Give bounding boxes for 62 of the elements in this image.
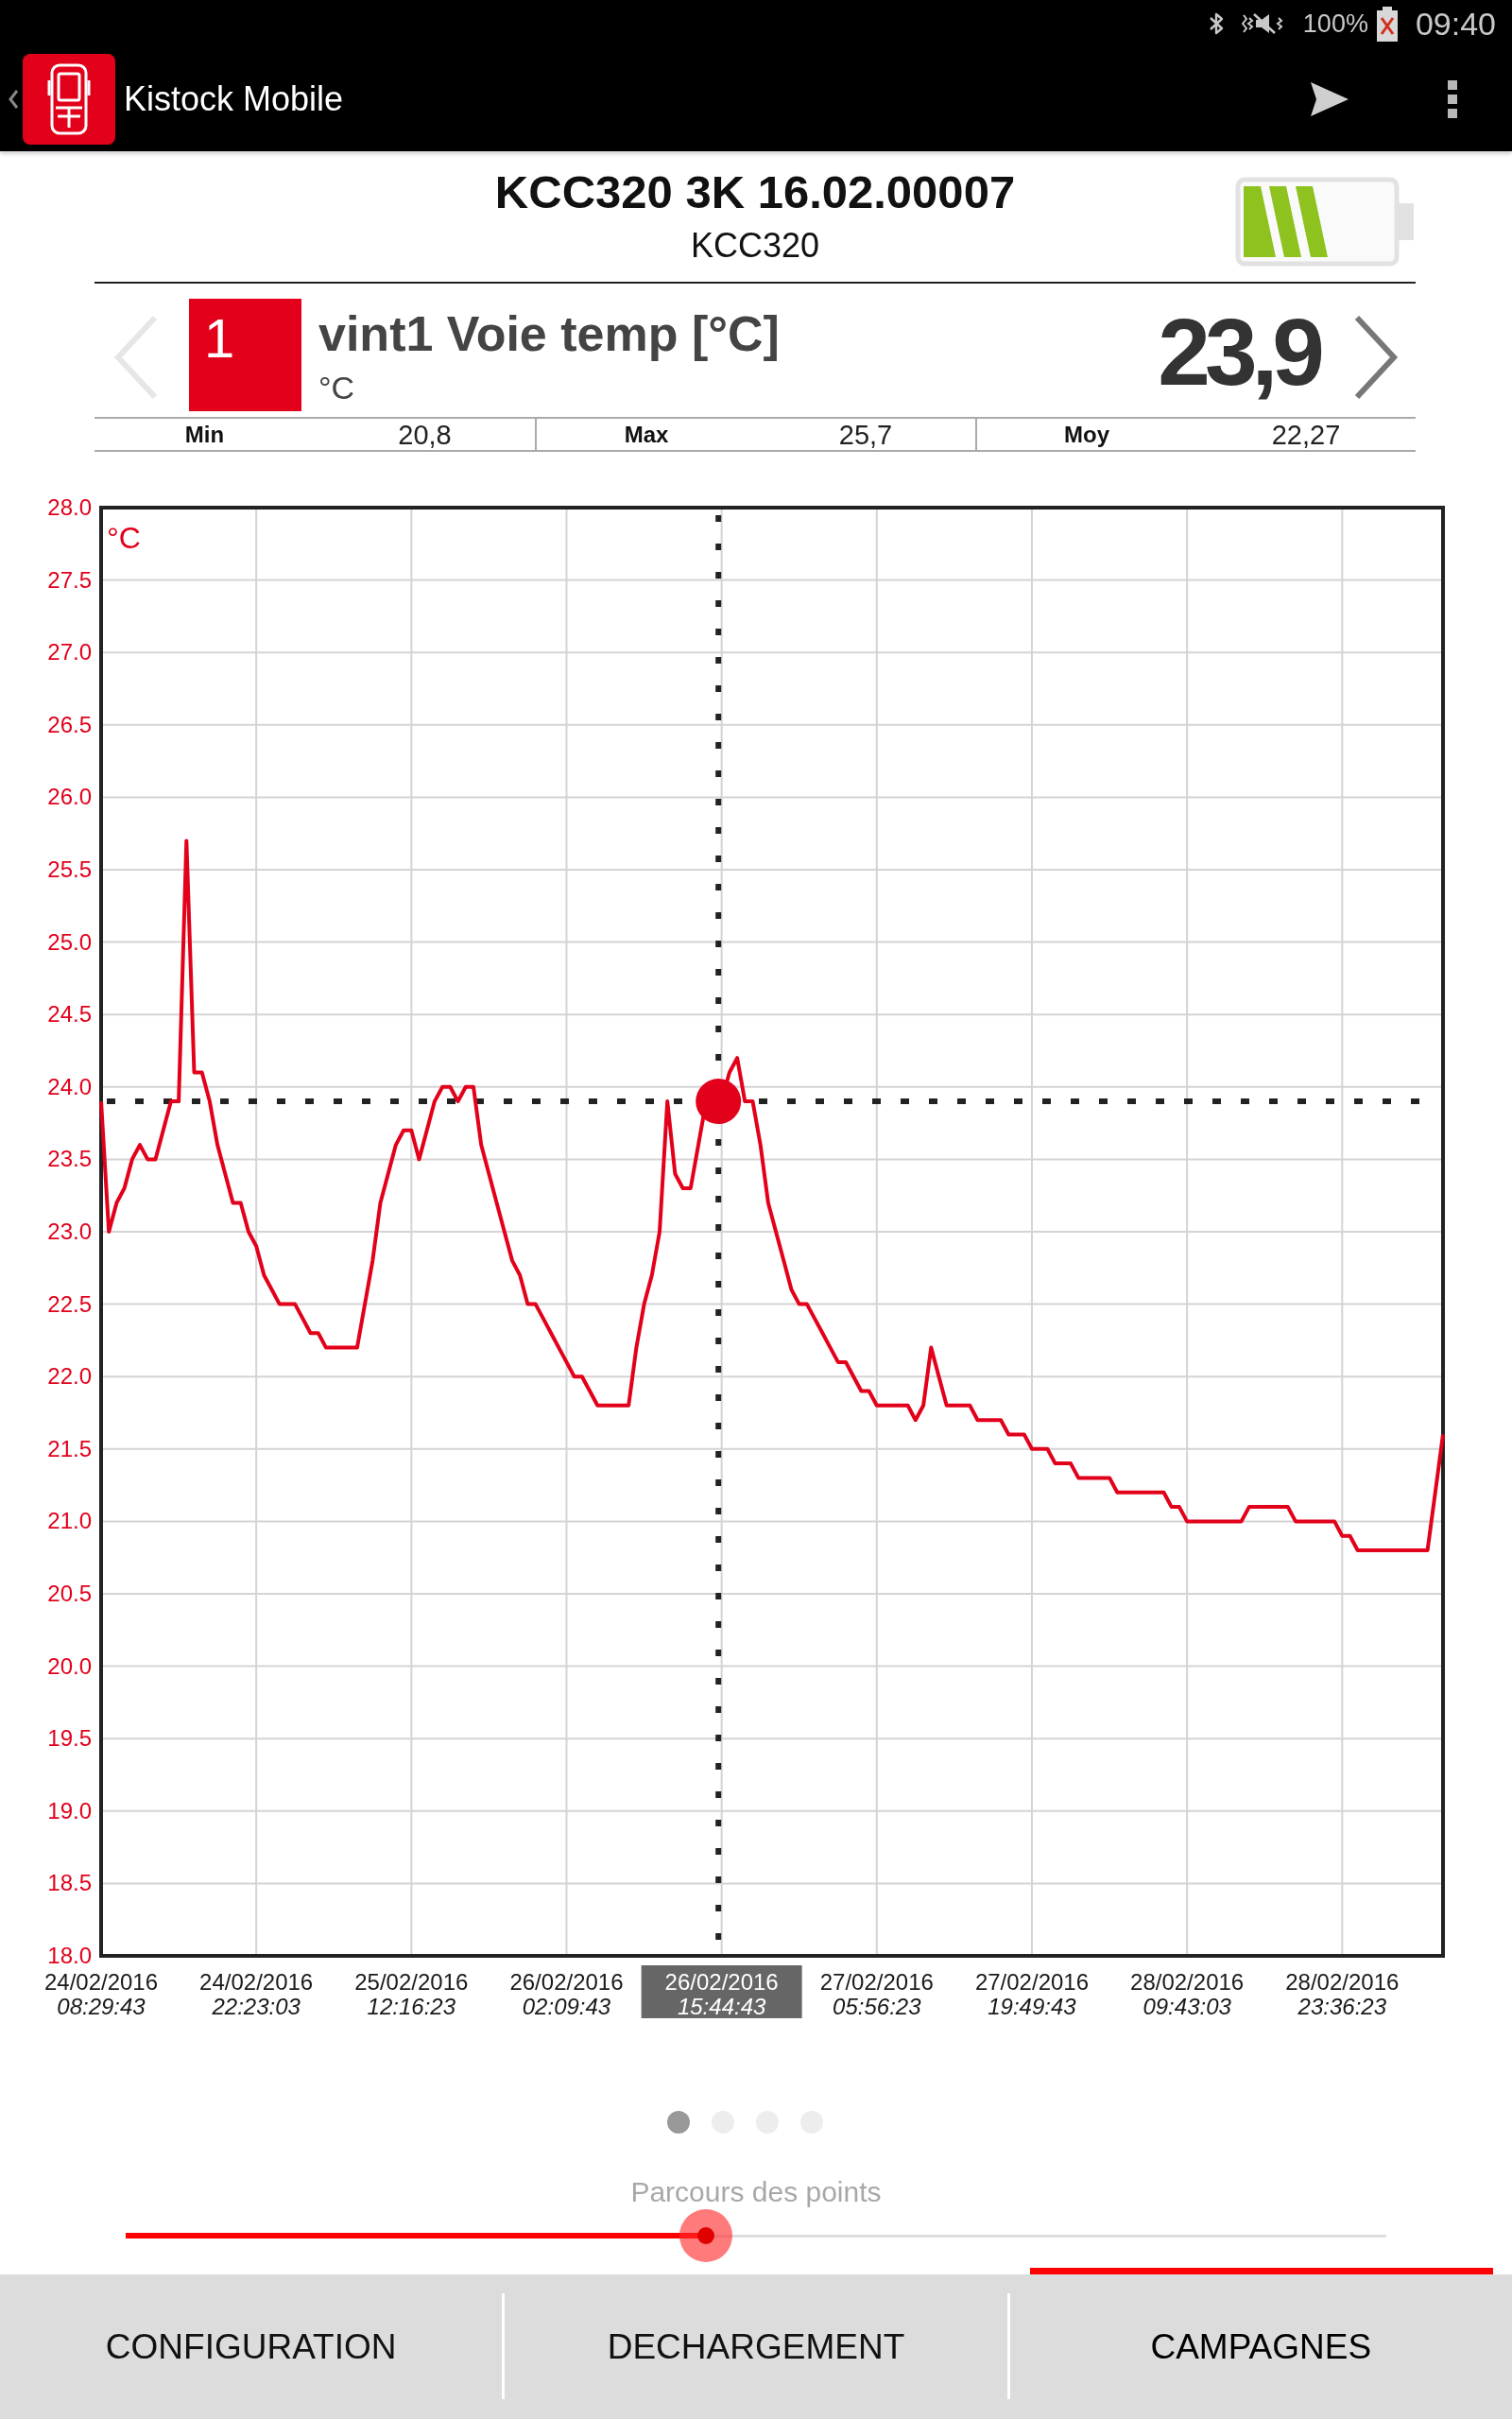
y-axis-label: 21.5 <box>47 1435 92 1461</box>
cursor-time-label: 26/02/2016 15:44:43 <box>641 1965 802 2019</box>
overflow-menu-icon[interactable] <box>1448 80 1457 118</box>
y-axis-label: 21.0 <box>47 1508 92 1534</box>
y-axis-label: 19.0 <box>47 1797 92 1824</box>
device-icon[interactable] <box>23 54 115 145</box>
y-axis-label: 20.5 <box>47 1581 92 1606</box>
stat-label: Max <box>624 420 669 449</box>
send-icon[interactable] <box>1311 82 1349 116</box>
x-axis-label: 24/02/2016 22:23:03 <box>199 1969 314 2019</box>
tab[interactable]: DECHARGEMENT <box>505 2274 1007 2419</box>
stat-value: 22,27 <box>1271 419 1341 450</box>
stat-label: Min <box>184 420 225 449</box>
chevron-right-icon[interactable] <box>1353 315 1399 400</box>
y-axis-label: 26.0 <box>47 784 92 810</box>
device-battery-icon <box>1235 177 1416 267</box>
y-axis-label: 26.5 <box>47 711 92 737</box>
device-model: KCC320 <box>690 225 820 267</box>
slider-thumb[interactable] <box>679 2209 732 2262</box>
y-axis-unit: °C <box>107 521 141 555</box>
x-axis-label: 28/02/2016 09:43:03 <box>1130 1969 1245 2019</box>
device-title: KCC320 3K 16.02.00007 <box>494 167 1016 216</box>
y-axis-label: 22.0 <box>47 1363 92 1390</box>
y-axis-label: 18.5 <box>47 1870 92 1896</box>
y-axis-label: 24.0 <box>47 1073 92 1099</box>
clock-time: 09:40 <box>1415 9 1496 39</box>
x-axis-label: 26/02/2016 02:09:43 <box>509 1969 624 2019</box>
x-axis-label: 24/02/2016 08:29:43 <box>43 1969 159 2019</box>
y-axis-label: 20.0 <box>47 1652 92 1679</box>
current-reading: 23,9 <box>1158 304 1321 399</box>
x-axis-label: 28/02/2016 23:36:23 <box>1285 1969 1400 2019</box>
battery-percent: 100% <box>1302 9 1368 39</box>
y-axis-label: 22.5 <box>47 1290 92 1317</box>
cursor-marker-icon <box>696 1079 742 1125</box>
stat-value: 20,8 <box>398 419 452 450</box>
battery-icon <box>1374 6 1400 42</box>
tab[interactable]: CONFIGURATION <box>0 2274 503 2419</box>
slider-label: Parcours des points <box>630 2175 882 2209</box>
y-axis-label: 18.0 <box>47 1943 92 1968</box>
y-axis-label: 27.5 <box>47 566 92 593</box>
channel-number: 1 <box>189 299 301 411</box>
y-axis-label: 23.0 <box>47 1219 92 1244</box>
y-axis-label: 25.0 <box>47 928 92 955</box>
y-axis-label: 25.5 <box>47 856 92 882</box>
x-axis-label: 27/02/2016 05:56:23 <box>819 1969 934 2019</box>
slider-track[interactable] <box>126 2209 1386 2262</box>
chevron-left-icon[interactable] <box>8 89 19 110</box>
y-axis-label: 27.0 <box>47 639 92 666</box>
y-axis-label: 24.5 <box>47 1001 92 1028</box>
x-axis-label: 27/02/2016 19:49:43 <box>974 1969 1090 2019</box>
tab[interactable]: CAMPAGNES <box>1009 2274 1512 2419</box>
x-tick-label: 26/02/2016 15:44:43 <box>664 1969 779 2019</box>
channel-name: vint1 Voie temp [°C] <box>318 308 780 359</box>
y-axis-label: 19.5 <box>47 1725 92 1752</box>
app-title: Kistock Mobile <box>124 79 344 119</box>
stat-label: Moy <box>1064 420 1109 449</box>
y-axis-label: 28.0 <box>47 494 92 520</box>
stat-value: 25,7 <box>838 419 893 450</box>
x-axis-label: 25/02/2016 12:16:23 <box>354 1969 469 2019</box>
y-axis-label: 23.5 <box>47 1146 92 1172</box>
channel-unit: °C <box>318 369 355 406</box>
page-dot-icon[interactable] <box>666 2111 690 2134</box>
